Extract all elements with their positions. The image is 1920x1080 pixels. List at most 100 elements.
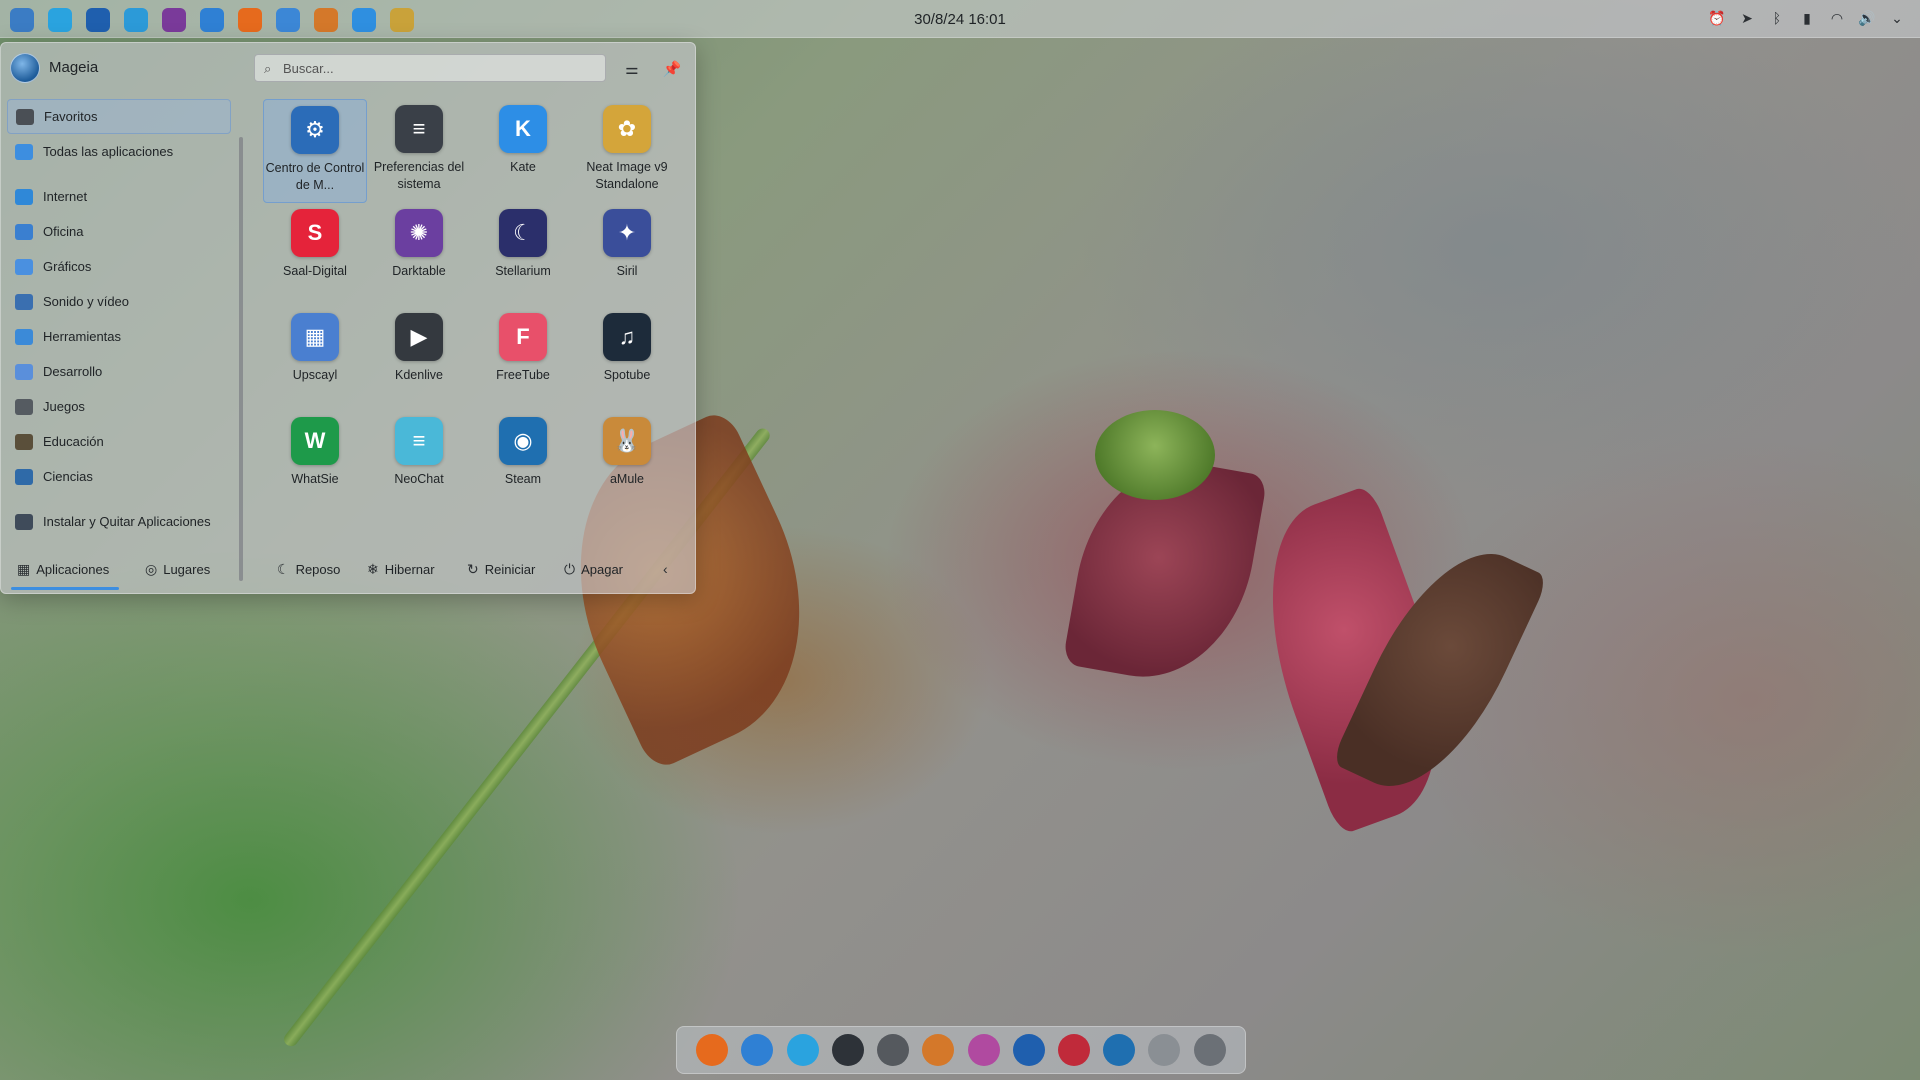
pin-icon[interactable]: 📌	[661, 58, 683, 80]
app-label: Siril	[616, 264, 638, 278]
chevron-down-icon[interactable]: ⌄	[1888, 9, 1906, 27]
globe-icon	[15, 188, 33, 205]
app-tile-steam[interactable]: ◉ Steam	[471, 411, 575, 515]
search-input[interactable]	[283, 58, 593, 78]
search-box[interactable]: ⌕	[254, 54, 606, 82]
trash-icon[interactable]	[1148, 1034, 1181, 1066]
restart-button[interactable]: ↻ Reiniciar	[467, 561, 535, 578]
sidebar-item-label: Oficina	[43, 224, 84, 239]
app-tile-neochat[interactable]: ≡ NeoChat	[367, 411, 471, 515]
sidebar-item-grid[interactable]: Todas las aplicaciones	[7, 134, 231, 169]
siril-icon: ✦	[603, 209, 651, 257]
steam-icon: ◉	[499, 417, 547, 465]
alarm-icon[interactable]: ⏰	[1708, 9, 1726, 27]
flask-icon	[15, 468, 33, 485]
battery-icon[interactable]: ▮	[1798, 9, 1816, 27]
sidebar-item-office[interactable]: Oficina	[7, 214, 231, 249]
app-tile-stellarium[interactable]: ☾ Stellarium	[471, 203, 575, 307]
app-tile-freetube[interactable]: F FreeTube	[471, 307, 575, 411]
multimedia-icon	[15, 293, 33, 310]
sidebar-item-label: Internet	[43, 189, 88, 204]
telegram-tray-icon[interactable]: ➤	[1738, 9, 1756, 27]
terminal-icon[interactable]	[831, 1034, 864, 1066]
thunderbird-icon[interactable]	[1012, 1034, 1045, 1066]
bluetooth-icon[interactable]: ᛒ	[1768, 9, 1786, 27]
saal-digital-icon: S	[291, 209, 339, 257]
launcher-header: Mageia ⌕ ⚌ 📌	[1, 43, 697, 93]
sidebar-item-bookmark[interactable]: Favoritos	[7, 99, 231, 134]
sidebar-scrollbar[interactable]	[239, 137, 243, 581]
app-tile-darktable[interactable]: ✺ Darktable	[367, 203, 471, 307]
sidebar-item-label: Educación	[43, 434, 104, 449]
category-sidebar: Favoritos Todas las aplicaciones Internet O…	[7, 99, 231, 539]
app-tile-spotube[interactable]: ♫ Spotube	[575, 307, 679, 411]
hibernate-button[interactable]: ❄ Hibernar	[367, 561, 435, 578]
aperture-icon[interactable]	[877, 1034, 910, 1066]
app-label: aMule	[609, 472, 645, 486]
avatar[interactable]	[10, 53, 40, 83]
firefox-icon[interactable]	[696, 1034, 729, 1066]
app-tile-siril[interactable]: ✦ Siril	[575, 203, 679, 307]
color-picker-icon[interactable]	[967, 1034, 1000, 1066]
tab-places-label: Lugares	[163, 562, 211, 577]
sidebar-item-multimedia[interactable]: Sonido y vídeo	[7, 284, 231, 319]
steam-icon[interactable]	[1103, 1034, 1136, 1066]
bookmark-icon	[16, 108, 34, 125]
tools-icon	[15, 328, 33, 345]
app-tile-whatsie[interactable]: W WhatSie	[263, 411, 367, 515]
configure-icon[interactable]: ⚌	[621, 58, 643, 80]
search-icon: ⌕	[264, 61, 272, 76]
app-tile-kate[interactable]: K Kate	[471, 99, 575, 203]
sidebar-item-graphics[interactable]: Gráficos	[7, 249, 231, 284]
power-icon[interactable]	[1193, 1034, 1226, 1066]
amule-icon[interactable]	[922, 1034, 955, 1066]
kdenlive-icon: ▶	[395, 313, 443, 361]
app-label: Kdenlive	[395, 368, 443, 382]
app-tile-kdenlive[interactable]: ▶ Kdenlive	[367, 307, 471, 411]
app-label: Preferencias del sistema	[373, 160, 465, 191]
sleep-button[interactable]: ☾ Reposo	[277, 561, 340, 578]
tab-places[interactable]: ◎ Lugares	[145, 561, 210, 578]
install-icon	[15, 513, 33, 530]
sidebar-item-tools[interactable]: Herramientas	[7, 319, 231, 354]
education-icon	[15, 433, 33, 450]
app-tile-system-settings[interactable]: ≡ Preferencias del sistema	[367, 99, 471, 203]
sidebar-item-install[interactable]: Instalar y Quitar Aplicaciones	[7, 504, 231, 539]
sleep-icon: ☾	[277, 561, 290, 577]
grid-icon	[15, 143, 33, 160]
user-name: Mageia	[49, 59, 99, 76]
sidebar-item-flask[interactable]: Ciencias	[7, 459, 231, 494]
app-label: Stellarium	[495, 264, 551, 278]
bird-icon[interactable]	[741, 1034, 774, 1066]
record-icon[interactable]	[1057, 1034, 1090, 1066]
volume-icon[interactable]: 🔊	[1858, 9, 1876, 27]
app-tile-saal-digital[interactable]: S Saal-Digital	[263, 203, 367, 307]
sidebar-item-education[interactable]: Educación	[7, 424, 231, 459]
app-tile-amule[interactable]: 🐰 aMule	[575, 411, 679, 515]
tab-applications-label: Aplicaciones	[36, 562, 110, 577]
app-label: Spotube	[603, 368, 651, 382]
power-icon: ⏻	[564, 561, 576, 577]
upscayl-icon: ▦	[291, 313, 339, 361]
sidebar-item-globe[interactable]: Internet	[7, 179, 231, 214]
shutdown-button[interactable]: ⏻ Apagar	[564, 561, 623, 578]
graphics-icon	[15, 258, 33, 275]
development-icon	[15, 363, 33, 380]
sidebar-item-label: Instalar y Quitar Aplicaciones	[43, 514, 211, 529]
sidebar-item-development[interactable]: Desarrollo	[7, 354, 231, 389]
app-tile-control-center[interactable]: ⚙ Centro de Control de M...	[263, 99, 367, 203]
sidebar-item-label: Favoritos	[44, 109, 98, 124]
neat-image-icon: ✿	[603, 105, 651, 153]
stellarium-icon: ☾	[499, 209, 547, 257]
freetube-icon: F	[499, 313, 547, 361]
app-label: Saal-Digital	[283, 264, 347, 278]
app-tile-neat-image[interactable]: ✿ Neat Image v9 Standalone	[575, 99, 679, 203]
tab-applications[interactable]: ▦ Aplicaciones	[17, 561, 109, 578]
shutdown-label: Apagar	[581, 562, 623, 577]
sidebar-item-gamepad[interactable]: Juegos	[7, 389, 231, 424]
app-tile-upscayl[interactable]: ▦ Upscayl	[263, 307, 367, 411]
wifi-icon[interactable]: ◠	[1828, 9, 1846, 27]
telegram-icon[interactable]	[786, 1034, 819, 1066]
clock[interactable]: 30/8/24 16:01	[0, 11, 1920, 28]
more-options-button[interactable]: ‹	[663, 561, 674, 577]
